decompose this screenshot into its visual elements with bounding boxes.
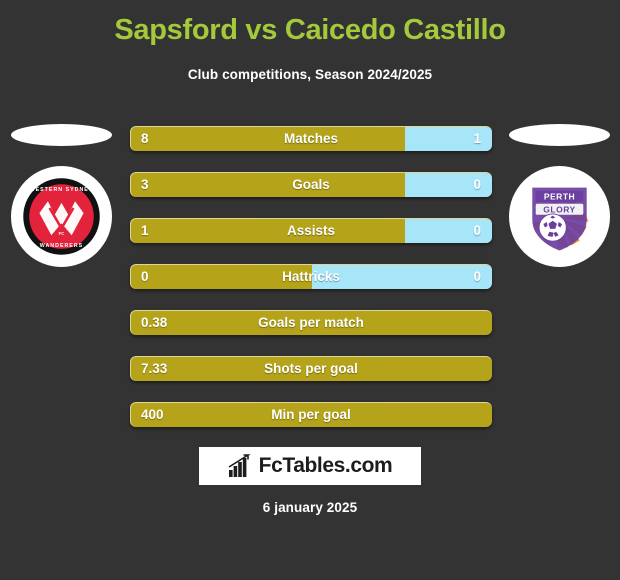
stat-label: Hattricks [282,269,340,284]
away-stat-value: 0 [473,177,481,192]
home-crest-highlight-ellipse [11,124,112,146]
fctables-watermark[interactable]: FcTables.com [199,447,421,485]
page-subtitle: Club competitions, Season 2024/2025 [187,67,433,82]
page-title: Sapsford vs Caicedo Castillo [114,14,506,46]
svg-text:PERTH: PERTH [544,192,575,202]
away-team-crest-block: PERTH GLORY [504,118,614,268]
stat-label: Goals per match [258,315,364,330]
stat-row: 1 Assists 0 [130,218,492,243]
svg-text:FC: FC [59,231,65,236]
svg-text:WANDERERS: WANDERERS [40,243,83,249]
svg-text:WESTERN SYDNEY: WESTERN SYDNEY [30,187,94,193]
away-stat-value: 0 [473,269,481,284]
stat-label: Matches [283,131,339,146]
stat-row: 0.38 Goals per match [130,310,492,335]
stat-label: Assists [286,223,336,238]
stat-label: Goals [292,177,330,192]
western-sydney-wanderers-crest: WESTERN SYDNEY WANDERERS FC [19,174,104,259]
away-crest-highlight-ellipse [509,124,610,146]
header: Sapsford vs Caicedo Castillo Club compet… [0,0,620,83]
stats-bar-list: 8 Matches 1 3 Goals 0 1 Assists 0 0 Hatt… [130,126,492,448]
stat-row: 3 Goals 0 [130,172,492,197]
stat-row: 0 Hattricks 0 [130,264,492,289]
stat-label: Min per goal [271,407,351,422]
perth-glory-crest: PERTH GLORY [532,187,589,251]
stat-row: 8 Matches 1 [130,126,492,151]
svg-text:GLORY: GLORY [543,205,575,215]
away-stat-value: 0 [473,223,481,238]
bar-chart-arrow-icon [228,454,251,477]
stat-label: Shots per goal [264,361,358,376]
stat-row: 7.33 Shots per goal [130,356,492,381]
stat-row: 400 Min per goal [130,402,492,427]
home-team-crest-block: WESTERN SYDNEY WANDERERS FC [6,118,116,268]
away-stat-value: 1 [473,131,481,146]
generated-date: 6 january 2025 [262,500,358,515]
watermark-label: FcTables.com [258,454,393,477]
